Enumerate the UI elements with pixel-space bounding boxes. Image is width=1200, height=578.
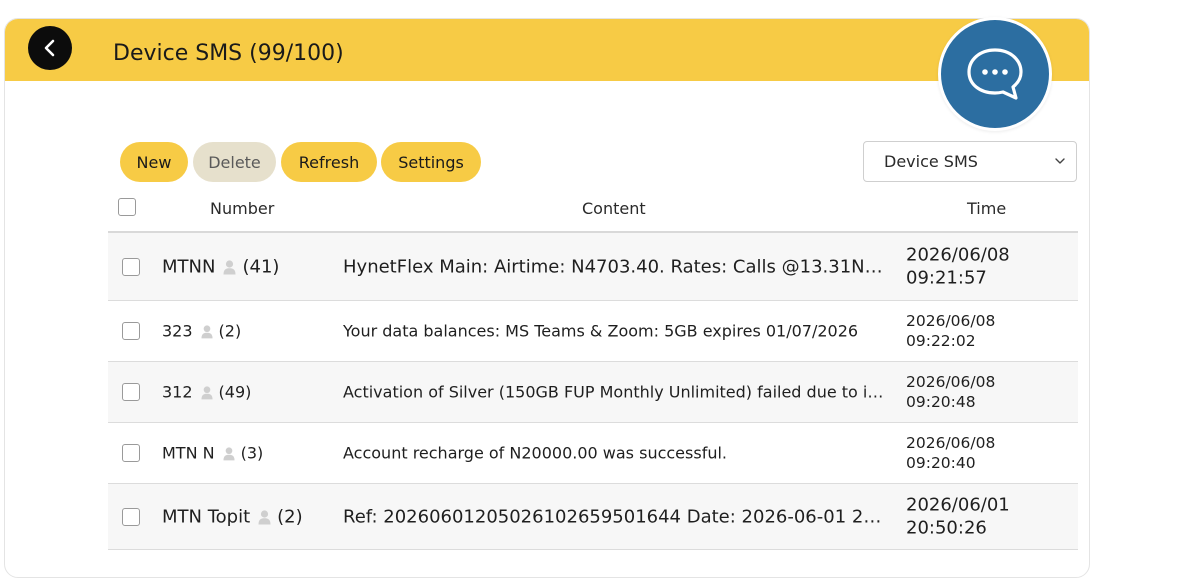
message-clock: 20:50:26 xyxy=(906,517,987,539)
message-time: 2026/06/08 09:20:40 xyxy=(906,433,995,473)
message-clock: 09:20:48 xyxy=(906,393,976,411)
delete-button[interactable]: Delete xyxy=(193,142,276,182)
chevron-down-icon xyxy=(1055,158,1065,164)
sender-name: MTN Topit xyxy=(162,506,251,527)
table-row[interactable]: MTN Topit (2) Ref: 202606012050261026595… xyxy=(108,484,1078,550)
message-clock: 09:22:02 xyxy=(906,332,976,350)
message-count: (2) xyxy=(218,321,242,341)
message-time: 2026/06/08 09:21:57 xyxy=(906,243,1010,290)
message-content: Ref: 20260601205026102659501644 Date: 20… xyxy=(343,506,888,527)
sms-table: MTNN (41) HynetFlex Main: Airtime: N4703… xyxy=(108,231,1078,550)
person-icon xyxy=(201,385,213,399)
column-header-time: Time xyxy=(967,199,1007,218)
chat-button[interactable] xyxy=(938,17,1052,131)
message-time: 2026/06/01 20:50:26 xyxy=(906,493,1010,540)
new-button[interactable]: New xyxy=(120,142,188,182)
sender-cell: MTNN (41) xyxy=(162,256,279,277)
sender-name: 323 xyxy=(162,321,193,341)
person-icon xyxy=(223,446,235,460)
sender-cell: MTN Topit (2) xyxy=(162,506,303,527)
table-row[interactable]: MTNN (41) HynetFlex Main: Airtime: N4703… xyxy=(108,233,1078,301)
sender-cell: MTN N (3) xyxy=(162,444,263,463)
sms-source-select-value: Device SMS xyxy=(884,152,978,171)
message-count: (41) xyxy=(242,256,280,277)
column-header-content: Content xyxy=(582,199,646,218)
table-row[interactable]: 312 (49) Activation of Silver (150GB FUP… xyxy=(108,362,1078,423)
row-checkbox[interactable] xyxy=(122,444,140,462)
person-icon xyxy=(223,259,236,274)
sender-cell: 312 (49) xyxy=(162,383,251,402)
sender-name: MTNN xyxy=(162,256,216,277)
row-checkbox[interactable] xyxy=(122,383,140,401)
message-date: 2026/06/01 xyxy=(906,494,1010,516)
message-count: (49) xyxy=(218,382,252,402)
sender-name: 312 xyxy=(162,382,193,402)
message-date: 2026/06/08 xyxy=(906,372,996,391)
message-count: (2) xyxy=(277,506,303,527)
message-content: Account recharge of N20000.00 was succes… xyxy=(343,443,727,463)
message-date: 2026/06/08 xyxy=(906,433,996,452)
row-checkbox[interactable] xyxy=(122,257,140,276)
message-content: HynetFlex Main: Airtime: N4703.40. Rates… xyxy=(343,256,888,277)
row-checkbox[interactable] xyxy=(122,322,140,340)
settings-button[interactable]: Settings xyxy=(381,142,481,182)
message-date: 2026/06/08 xyxy=(906,311,996,330)
column-header-number: Number xyxy=(210,199,275,218)
message-date: 2026/06/08 xyxy=(906,244,1010,266)
person-icon xyxy=(258,509,271,524)
page-title: Device SMS (99/100) xyxy=(113,41,344,66)
back-button[interactable] xyxy=(28,26,72,70)
message-time: 2026/06/08 09:22:02 xyxy=(906,311,995,351)
select-all-checkbox[interactable] xyxy=(118,198,136,216)
message-count: (3) xyxy=(240,443,264,463)
table-row[interactable]: 323 (2) Your data balances: MS Teams & Z… xyxy=(108,301,1078,362)
message-clock: 09:20:40 xyxy=(906,454,976,472)
sender-name: MTN N xyxy=(162,443,215,463)
message-content: Your data balances: MS Teams & Zoom: 5GB… xyxy=(343,321,859,341)
chevron-left-icon xyxy=(44,39,55,57)
message-clock: 09:21:57 xyxy=(906,267,987,289)
message-content: Activation of Silver (150GB FUP Monthly … xyxy=(343,382,888,402)
chat-bubble-icon xyxy=(967,48,1023,100)
row-checkbox[interactable] xyxy=(122,507,140,526)
sms-source-select[interactable]: Device SMS xyxy=(863,141,1077,182)
refresh-button[interactable]: Refresh xyxy=(281,142,377,182)
sender-cell: 323 (2) xyxy=(162,322,241,341)
message-time: 2026/06/08 09:20:48 xyxy=(906,372,995,412)
person-icon xyxy=(201,324,213,338)
table-row[interactable]: MTN N (3) Account recharge of N20000.00 … xyxy=(108,423,1078,484)
